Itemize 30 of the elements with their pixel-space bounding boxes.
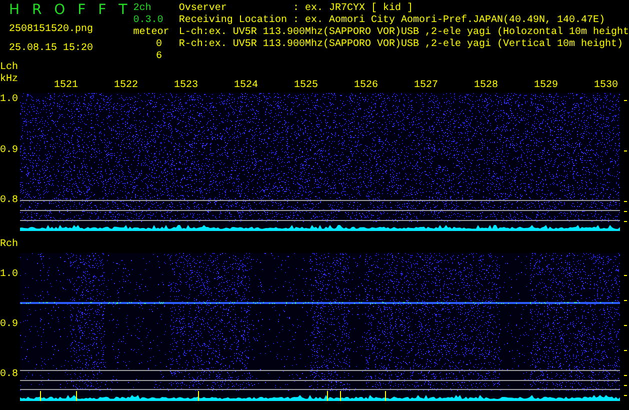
station-info-line: Ovserver : ex. JR7CYX [ kid ] [178,3,414,14]
station-info-line: Receiving Location : ex. Aomori City Aomori-Pref.JAPAN(40.49N, 140.47E) [178,15,606,26]
file-name: 2508151520.png [9,24,94,36]
frequency-label: 0.9 [0,319,20,331]
version-label: 2ch 0.3.0 [133,3,164,27]
channel-label: Lch [0,62,18,74]
frequency-label: 0.8 [0,195,20,207]
time-label: 1521 [53,80,80,92]
time-label: 1525 [293,80,320,92]
frequency-label: 1.0 [0,269,20,281]
frequency-label: 1.0 [0,94,20,106]
time-label: 1522 [113,80,140,92]
meteor-count: 6 [155,51,162,63]
time-label: 1528 [473,80,500,92]
unit-label: kHz [0,74,18,86]
frequency-label: 0.8 [0,369,20,381]
station-info-line: L-ch:ex. UV5R 113.900Mhz(SAPPORO VOR)USB ,2-ele yagi (Holozontal 10m height [178,27,629,38]
station-info-line: R-ch:ex. UV5R 113.900Mhz(SAPPORO VOR)USB ,2-ele yagi (Vertical 10m height) [178,39,624,51]
time-label: 1529 [533,80,560,92]
meteor-count: 0 [155,39,162,51]
timestamp: 25.08.15 15:20 [9,43,94,55]
time-label: 1530 [593,80,620,92]
time-label: 1526 [353,80,380,92]
channel-label: Rch [0,239,20,251]
meteor-label: meteor [133,27,170,39]
app-title: H R O F F T [9,3,132,17]
time-label: 1524 [233,80,260,92]
time-label: 1527 [413,80,440,92]
frequency-label: 0.9 [0,144,20,156]
time-label: 1523 [173,80,200,92]
